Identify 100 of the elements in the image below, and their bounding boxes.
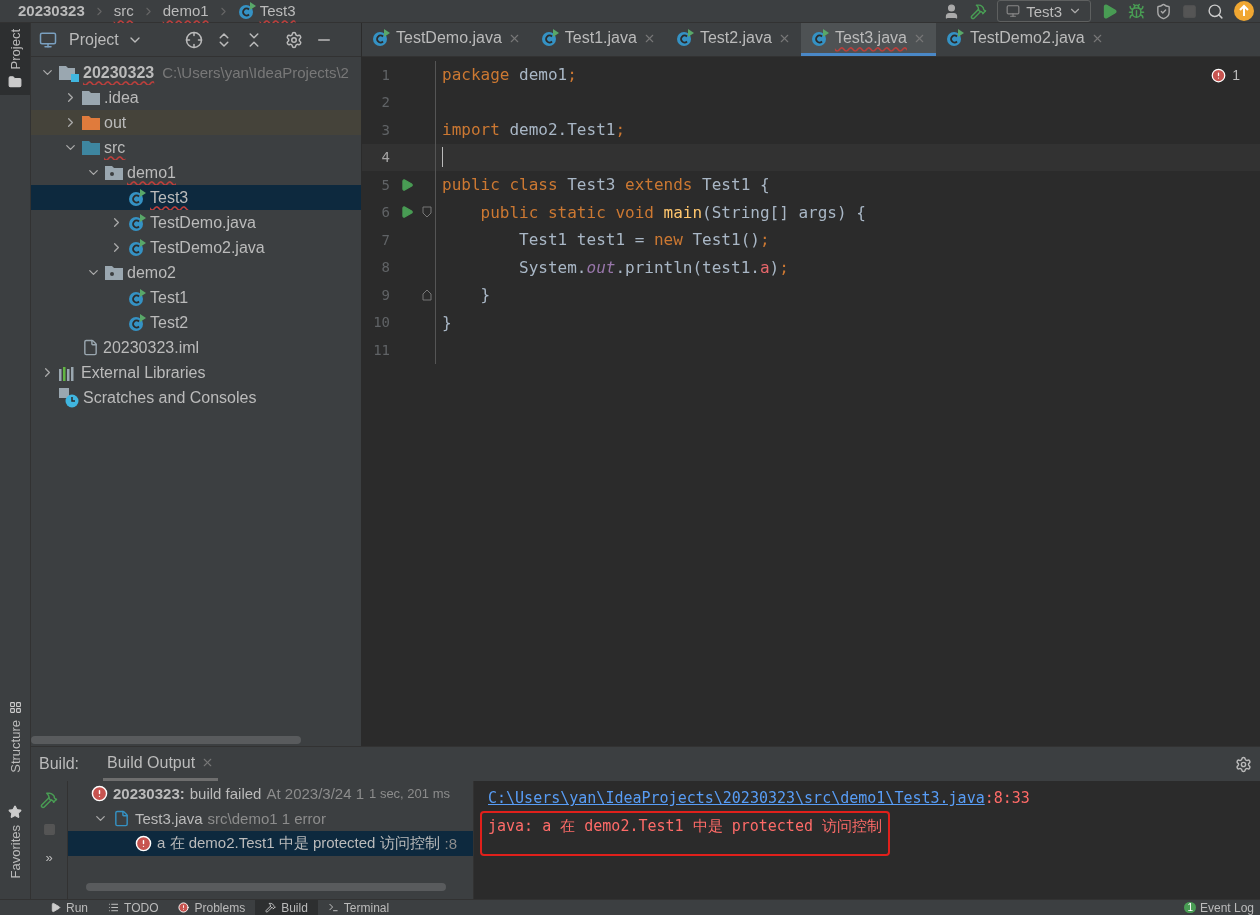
tool-window-button[interactable]: Favorites <box>0 798 30 884</box>
code-line: } <box>442 312 452 332</box>
editor-tab[interactable]: TestDemo.java <box>362 23 531 56</box>
editor-tab[interactable]: TestDemo2.java <box>935 23 1114 56</box>
build-item-title: 20230323: <box>113 785 185 802</box>
build-item-title: a 在 demo2.Test1 中是 protected 访问控制 <box>157 834 440 853</box>
tree-item[interactable]: Test3 <box>31 185 361 210</box>
class-icon <box>128 313 146 332</box>
tree-item[interactable]: demo1 <box>31 160 361 185</box>
tree-item[interactable]: Test1 <box>31 285 361 310</box>
error-icon <box>135 835 152 852</box>
editor-tab[interactable]: Test2.java <box>665 23 801 56</box>
build-item-detail: At 2023/3/24 1 <box>266 785 365 802</box>
scratches-icon <box>59 387 79 408</box>
breadcrumb[interactable]: Test3 <box>259 3 296 23</box>
tree-item[interactable]: out <box>31 110 361 135</box>
run-icon[interactable] <box>400 205 414 220</box>
libraries-icon <box>59 364 77 381</box>
build-tree-item[interactable]: Test3.java src\demo1 1 error <box>68 806 473 831</box>
tree-item[interactable]: External Libraries <box>31 360 361 385</box>
breadcrumb[interactable]: src <box>113 3 134 23</box>
star-icon <box>8 804 22 819</box>
fold-icon[interactable] <box>422 206 432 219</box>
build-tab[interactable]: Build Output <box>103 747 219 781</box>
tree-item[interactable]: .idea <box>31 85 361 110</box>
count-badge: 1 <box>1184 902 1196 913</box>
event-log-button[interactable]: 1 Event Log <box>1184 900 1260 915</box>
build-duration: 1 sec, 201 ms <box>369 786 450 801</box>
class-icon <box>810 29 829 47</box>
tree-item-label: demo2 <box>127 263 176 282</box>
tree-item[interactable]: 20230323.iml <box>31 335 361 360</box>
tree-item-label: out <box>104 113 127 132</box>
tree-item[interactable]: TestDemo.java <box>31 210 361 235</box>
package-icon <box>105 265 123 280</box>
settings-icon[interactable] <box>1235 755 1252 773</box>
tool-window-button[interactable]: Project <box>0 23 30 96</box>
package-icon <box>105 165 123 180</box>
hammer-icon[interactable] <box>970 2 988 20</box>
tree-item-label: TestDemo2.java <box>150 238 265 257</box>
build-tree-item[interactable]: 20230323: build failed At 2023/3/24 1 1 sec, 201 ms <box>68 781 473 806</box>
class-icon <box>540 29 559 47</box>
settings-icon[interactable] <box>284 30 303 49</box>
run-icon[interactable] <box>1101 2 1118 20</box>
line-number: 1 <box>380 66 390 83</box>
tree-item[interactable]: src <box>31 135 361 160</box>
file-icon <box>113 810 130 827</box>
code-line: package demo1; <box>442 65 577 85</box>
line-number: 6 <box>380 204 390 221</box>
bug-icon[interactable] <box>1128 2 1145 20</box>
run-config-dropdown[interactable]: Test3 <box>997 0 1091 22</box>
tool-window-tab[interactable]: Terminal <box>317 900 400 915</box>
folder-icon <box>82 115 100 130</box>
line-number: 3 <box>380 121 390 138</box>
search-icon[interactable] <box>1207 2 1224 20</box>
error-count: 1 <box>1232 67 1240 83</box>
tool-window-tab[interactable]: Run <box>40 900 98 915</box>
tree-item[interactable]: Test2 <box>31 310 361 335</box>
tree-item-label: Test3 <box>150 188 189 207</box>
terminal-icon <box>327 902 339 913</box>
tool-window-tab[interactable]: Problems <box>168 900 256 915</box>
code-line: public static void main(String[] args) { <box>479 202 866 222</box>
tool-window-tab[interactable]: TODO <box>98 900 169 915</box>
scrollbar[interactable] <box>31 736 301 744</box>
panel-title[interactable]: Project <box>69 30 119 49</box>
line-number: 4 <box>380 149 390 166</box>
more-button[interactable]: » <box>45 850 53 865</box>
tool-window-button[interactable]: Structure <box>0 694 30 779</box>
hammer-icon[interactable] <box>40 791 58 809</box>
scrollbar[interactable] <box>86 883 446 891</box>
editor-tab[interactable]: Test1.java <box>530 23 666 56</box>
editor-tab[interactable]: Test3.java <box>800 23 936 56</box>
build-item-detail: :8 <box>444 835 458 852</box>
tree-item-label: demo1 <box>127 163 176 182</box>
error-icon[interactable] <box>1211 67 1227 83</box>
folder-icon <box>82 140 100 155</box>
tool-window-tab[interactable]: Build <box>255 900 318 915</box>
tree-item-label: src <box>104 138 126 157</box>
coverage-icon[interactable] <box>1155 2 1172 20</box>
line-number: 10 <box>372 314 390 331</box>
build-tree-item[interactable]: a 在 demo2.Test1 中是 protected 访问控制 :8 <box>68 831 473 856</box>
class-icon <box>128 188 146 207</box>
fold-icon[interactable] <box>422 288 432 301</box>
file-link[interactable]: C:\Users\yan\IdeaProjects\20230323\src\demo1\Test3.java <box>488 789 985 807</box>
locate-icon[interactable] <box>184 30 203 49</box>
tree-item[interactable]: demo2 <box>31 260 361 285</box>
run-icon[interactable] <box>400 177 414 192</box>
hammer-icon <box>265 902 277 913</box>
tree-item[interactable]: TestDemo2.java <box>31 235 361 260</box>
tree-item[interactable]: Scratches and Consoles <box>31 385 361 410</box>
breadcrumb[interactable]: 20230323 <box>18 3 85 23</box>
tree-item-label: External Libraries <box>81 363 206 382</box>
line-number: 8 <box>380 259 390 276</box>
folder-icon <box>82 90 100 105</box>
breadcrumb[interactable]: demo1 <box>162 3 209 23</box>
class-icon <box>945 29 964 47</box>
tree-item-label: TestDemo.java <box>150 213 256 232</box>
update-icon[interactable] <box>1234 1 1254 21</box>
monitor-icon <box>39 30 57 49</box>
line-number: 5 <box>380 176 390 193</box>
tree-item[interactable]: 20230323 C:\Users\yan\IdeaProjects\2 <box>31 60 361 85</box>
